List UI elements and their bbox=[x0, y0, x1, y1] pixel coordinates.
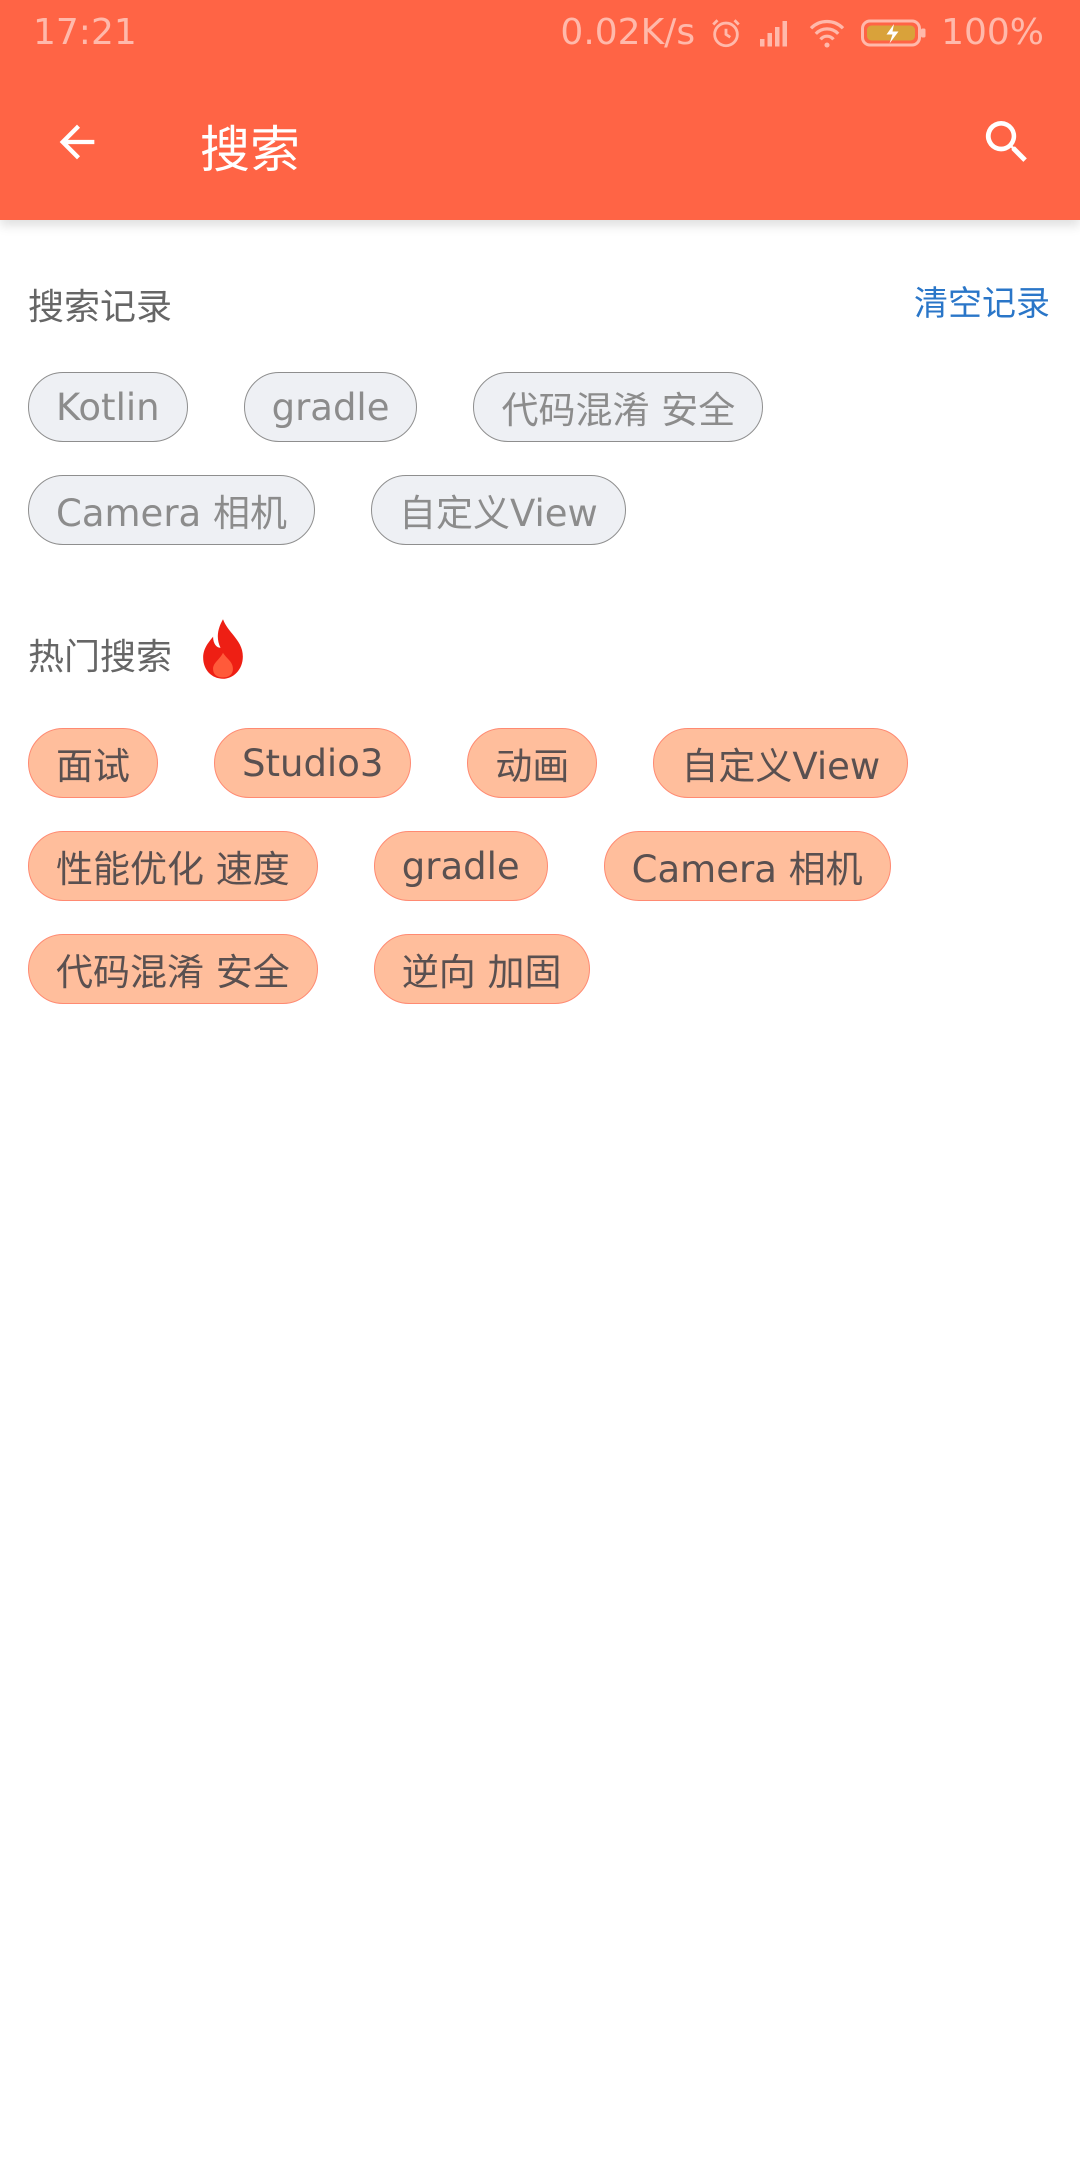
hot-chip[interactable]: 动画 bbox=[467, 728, 598, 798]
hot-title: 热门搜索 bbox=[28, 637, 173, 678]
history-chip[interactable]: 自定义View bbox=[370, 475, 626, 545]
alarm-icon bbox=[709, 16, 743, 50]
hot-chip[interactable]: Studio3 bbox=[214, 728, 412, 798]
clear-history-link[interactable]: 清空记录 bbox=[914, 276, 1050, 325]
history-chip[interactable]: gradle bbox=[243, 372, 418, 442]
history-chip[interactable]: Kotlin bbox=[28, 372, 188, 442]
network-speed: 0.02K/s bbox=[560, 12, 696, 53]
toolbar: 搜索 bbox=[0, 70, 1080, 220]
status-right: 0.02K/s 100% bbox=[560, 12, 1044, 53]
battery-icon bbox=[861, 17, 927, 49]
history-title: 搜索记录 bbox=[28, 287, 173, 328]
hot-chip-list: 面试 Studio3 动画 自定义View 性能优化 速度 gradle Cam… bbox=[28, 728, 1068, 1037]
history-chip-list: Kotlin gradle 代码混淆 安全 Camera 相机 自定义View bbox=[28, 372, 1068, 578]
search-button[interactable] bbox=[970, 105, 1044, 179]
history-chip[interactable]: Camera 相机 bbox=[28, 475, 315, 545]
battery-percent: 100% bbox=[941, 12, 1044, 53]
status-bar: 17:21 0.02K/s 100% bbox=[0, 0, 1080, 70]
app-header: 17:21 0.02K/s 100% 搜索 bbox=[0, 0, 1080, 220]
hot-chip[interactable]: 代码混淆 安全 bbox=[28, 934, 318, 1004]
history-chip[interactable]: 代码混淆 安全 bbox=[473, 372, 764, 442]
back-button[interactable] bbox=[40, 105, 114, 179]
arrow-left-icon bbox=[59, 124, 95, 160]
flame-icon bbox=[198, 618, 248, 684]
hot-chip[interactable]: gradle bbox=[373, 831, 548, 901]
hot-chip[interactable]: 自定义View bbox=[653, 728, 909, 798]
hot-chip[interactable]: 性能优化 速度 bbox=[28, 831, 318, 901]
page-title: 搜索 bbox=[200, 121, 300, 179]
wifi-icon bbox=[807, 17, 847, 49]
hot-chip[interactable]: Camera 相机 bbox=[603, 831, 891, 901]
search-icon bbox=[985, 121, 1027, 162]
signal-icon bbox=[757, 18, 793, 48]
hot-chip[interactable]: 逆向 加固 bbox=[373, 934, 590, 1004]
status-time: 17:21 bbox=[33, 12, 137, 53]
hot-chip[interactable]: 面试 bbox=[28, 728, 158, 798]
